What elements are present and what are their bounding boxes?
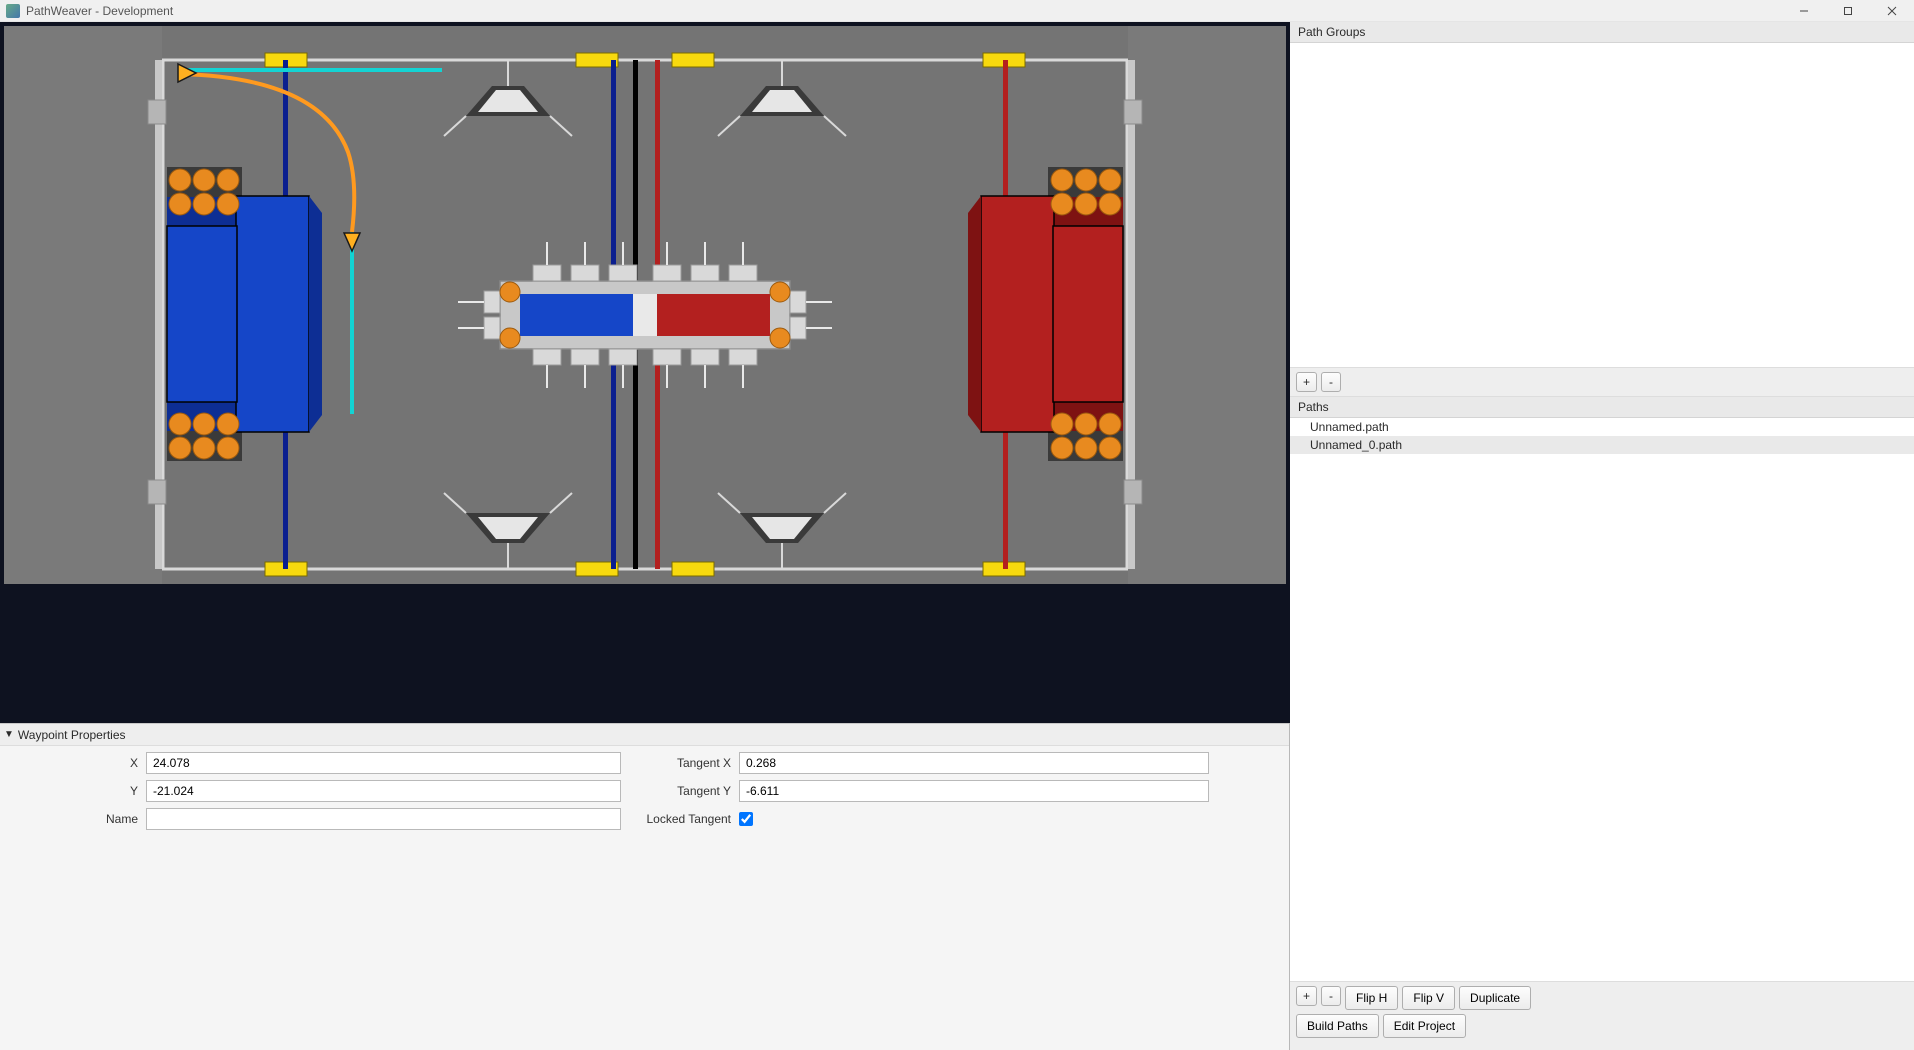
window-title: PathWeaver - Development [26, 4, 173, 18]
maximize-button[interactable] [1826, 0, 1870, 22]
label-x: X [8, 756, 138, 770]
label-name: Name [8, 812, 138, 826]
path-remove-button[interactable]: - [1321, 986, 1341, 1006]
duplicate-button[interactable]: Duplicate [1459, 986, 1531, 1010]
collapse-icon: ▼ [4, 729, 14, 740]
minimize-button[interactable] [1782, 0, 1826, 22]
path-item[interactable]: Unnamed_0.path [1290, 436, 1914, 454]
label-y: Y [8, 784, 138, 798]
field-view[interactable] [0, 22, 1289, 723]
paths-list[interactable]: Unnamed.path Unnamed_0.path [1290, 418, 1914, 454]
path-groups-list[interactable] [1290, 43, 1914, 367]
titlebar: PathWeaver - Development [0, 0, 1914, 22]
close-button[interactable] [1870, 0, 1914, 22]
build-paths-button[interactable]: Build Paths [1296, 1014, 1379, 1038]
input-y[interactable] [146, 780, 621, 802]
path-group-add-button[interactable]: + [1296, 372, 1317, 392]
label-tangent-y: Tangent Y [641, 784, 731, 798]
label-locked-tangent: Locked Tangent [641, 812, 731, 826]
input-tangent-y[interactable] [739, 780, 1209, 802]
label-tangent-x: Tangent X [641, 756, 731, 770]
flip-h-button[interactable]: Flip H [1345, 986, 1398, 1010]
paths-header: Paths [1290, 397, 1914, 418]
window-controls [1782, 0, 1914, 22]
waypoint-properties-header[interactable]: ▼ Waypoint Properties [0, 724, 1289, 746]
edit-project-button[interactable]: Edit Project [1383, 1014, 1466, 1038]
input-name[interactable] [146, 808, 621, 830]
paths-list-spacer [1290, 454, 1914, 981]
waypoint-properties-title: Waypoint Properties [18, 728, 126, 742]
flip-v-button[interactable]: Flip V [1402, 986, 1455, 1010]
input-tangent-x[interactable] [739, 752, 1209, 774]
path-item[interactable]: Unnamed.path [1290, 418, 1914, 436]
app-icon [6, 4, 20, 18]
path-group-remove-button[interactable]: - [1321, 372, 1341, 392]
waypoint-properties-panel: ▼ Waypoint Properties X Tangent X [0, 723, 1289, 1050]
path-groups-header: Path Groups [1290, 22, 1914, 43]
checkbox-locked-tangent[interactable] [739, 812, 753, 826]
input-x[interactable] [146, 752, 621, 774]
path-add-button[interactable]: + [1296, 986, 1317, 1006]
right-sidebar: Path Groups + - Paths Unnamed.path Unnam… [1290, 22, 1914, 1050]
